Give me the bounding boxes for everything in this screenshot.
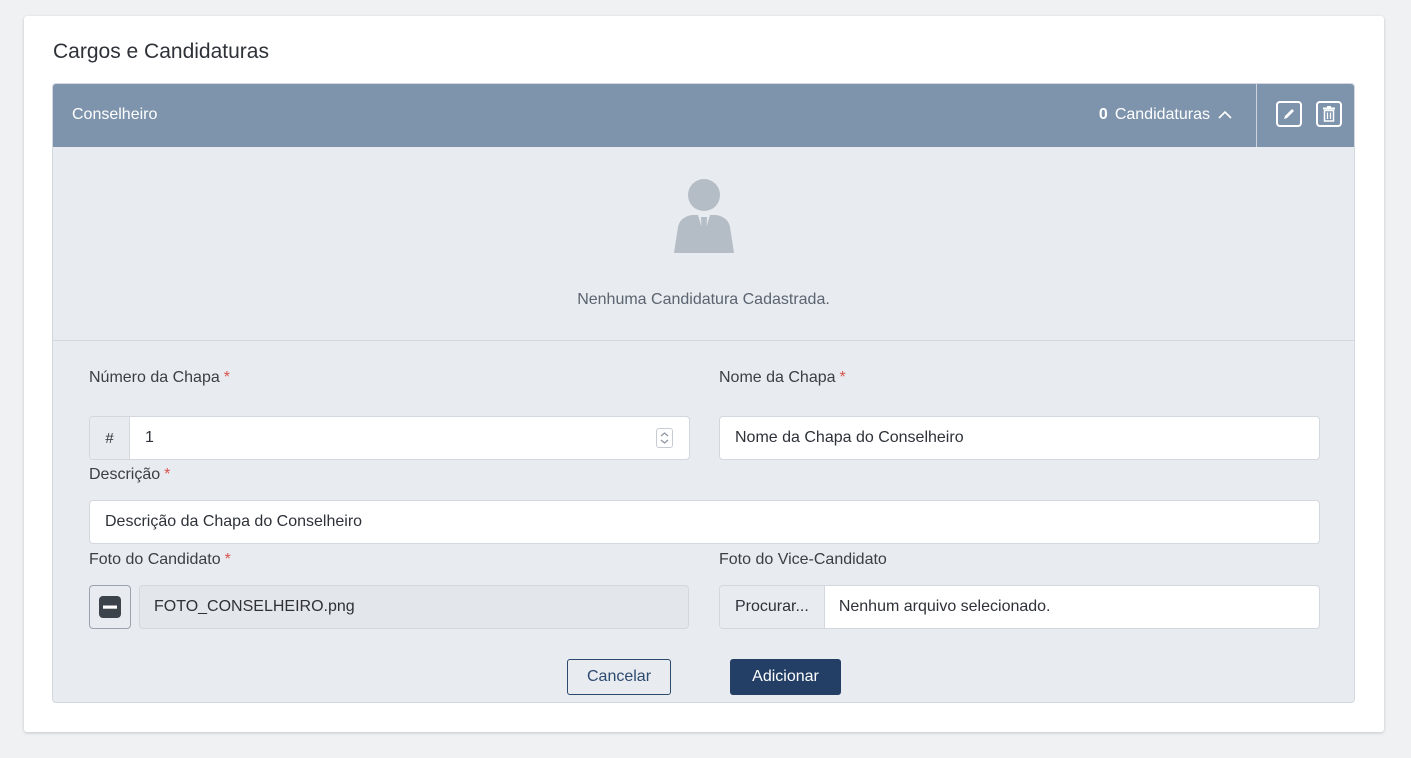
foto-candidato-file: FOTO_CONSELHEIRO.png xyxy=(139,585,689,629)
person-icon xyxy=(674,179,734,253)
required-mark: * xyxy=(164,466,171,483)
page-title: Cargos e Candidaturas xyxy=(53,40,269,63)
descricao-label-text: Descrição xyxy=(89,466,161,483)
edit-icon xyxy=(1284,109,1294,119)
browse-button[interactable]: Procurar... xyxy=(720,586,825,628)
cargo-panel: Conselheiro 0 Candidaturas Nenhuma Candi… xyxy=(52,83,1355,703)
cargo-header: Conselheiro 0 Candidaturas xyxy=(53,84,1354,147)
required-mark: * xyxy=(223,369,230,386)
chevron-up-icon xyxy=(1218,110,1232,119)
foto-candidato-label-text: Foto do Candidato xyxy=(89,551,221,568)
empty-state: Nenhuma Candidatura Cadastrada. xyxy=(53,147,1354,341)
required-mark: * xyxy=(839,369,846,386)
numero-input[interactable]: # 1 xyxy=(89,416,690,460)
number-spinner[interactable] xyxy=(656,428,673,448)
descricao-value: Descrição da Chapa do Conselheiro xyxy=(105,513,363,530)
foto-vice-label: Foto do Vice-Candidato xyxy=(719,551,887,568)
candidaturas-count: 0 xyxy=(1098,106,1108,123)
descricao-input[interactable]: Descrição da Chapa do Conselheiro xyxy=(89,500,1320,544)
required-mark: * xyxy=(224,551,231,568)
edit-cargo-button[interactable] xyxy=(1276,101,1302,127)
nome-label-text: Nome da Chapa xyxy=(719,369,836,386)
header-divider xyxy=(1256,84,1257,147)
nome-input[interactable]: Nome da Chapa do Conselheiro xyxy=(719,416,1320,460)
numero-value: 1 xyxy=(145,429,154,446)
add-button[interactable]: Adicionar xyxy=(730,659,841,695)
foto-candidato-label: Foto do Candidato * xyxy=(89,551,231,569)
numero-label-text: Número da Chapa xyxy=(89,369,220,386)
minus-icon xyxy=(99,596,121,618)
foto-vice-input[interactable]: Procurar... Nenhum arquivo selecionado. xyxy=(719,585,1320,629)
candidaturas-toggle[interactable]: 0 Candidaturas xyxy=(1099,106,1232,124)
numero-label: Número da Chapa * xyxy=(89,369,230,387)
candidaturas-label: Candidaturas xyxy=(1114,106,1210,123)
cancel-button[interactable]: Cancelar xyxy=(567,659,671,695)
cargos-card: Cargos e Candidaturas Conselheiro 0 Cand… xyxy=(24,16,1384,732)
hash-prefix: # xyxy=(90,417,130,459)
cargo-name: Conselheiro xyxy=(72,106,158,123)
empty-message: Nenhuma Candidatura Cadastrada. xyxy=(577,291,830,308)
remove-file-button[interactable] xyxy=(89,585,131,629)
delete-cargo-button[interactable] xyxy=(1316,101,1342,127)
nome-label: Nome da Chapa * xyxy=(719,369,846,387)
nome-value: Nome da Chapa do Conselheiro xyxy=(735,429,964,446)
trash-icon xyxy=(1323,106,1335,122)
file-status: Nenhum arquivo selecionado. xyxy=(838,598,1051,615)
spinner-icon xyxy=(660,432,669,444)
descricao-label: Descrição * xyxy=(89,466,170,484)
